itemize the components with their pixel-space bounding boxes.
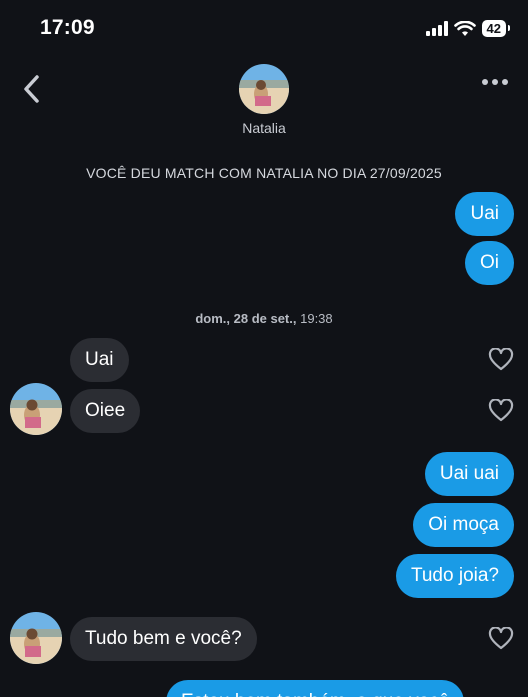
heart-icon[interactable]: [488, 348, 514, 372]
message-bubble-outgoing[interactable]: Estou bem também, o que você: [166, 680, 465, 697]
status-time: 17:09: [40, 16, 95, 39]
message-bubble-incoming[interactable]: Oiee: [70, 389, 141, 433]
timestamp-time: 19:38: [296, 311, 333, 326]
more-dots-icon[interactable]: [480, 72, 510, 92]
message-bubble-outgoing[interactable]: Tudo joia?: [395, 554, 514, 598]
message-bubble-outgoing[interactable]: Uai: [455, 192, 514, 236]
conversation-timestamp: dom., 28 de set., 19:38: [0, 311, 528, 326]
contact-avatar[interactable]: [10, 383, 62, 435]
battery-icon: 42: [481, 20, 511, 37]
status-icons: 42: [425, 20, 511, 37]
message-bubble-incoming[interactable]: Tudo bem e você?: [70, 617, 257, 661]
wifi-icon: [453, 20, 476, 36]
match-banner: VOCÊ DEU MATCH COM NATALIA NO DIA 27/09/…: [86, 165, 442, 181]
header-name[interactable]: Natalia: [0, 120, 528, 136]
message-bubble-outgoing[interactable]: Oi moça: [413, 503, 514, 547]
signal-icon: [425, 21, 448, 36]
back-chevron-icon[interactable]: [18, 72, 48, 106]
contact-avatar[interactable]: [10, 612, 62, 664]
timestamp-day: dom., 28 de set.,: [195, 311, 297, 326]
header-avatar[interactable]: [239, 64, 289, 114]
heart-icon[interactable]: [488, 399, 514, 423]
message-bubble-outgoing[interactable]: Uai uai: [424, 452, 514, 496]
message-bubble-outgoing[interactable]: Oi: [465, 241, 514, 285]
heart-icon[interactable]: [488, 627, 514, 651]
message-bubble-incoming[interactable]: Uai: [70, 338, 129, 382]
